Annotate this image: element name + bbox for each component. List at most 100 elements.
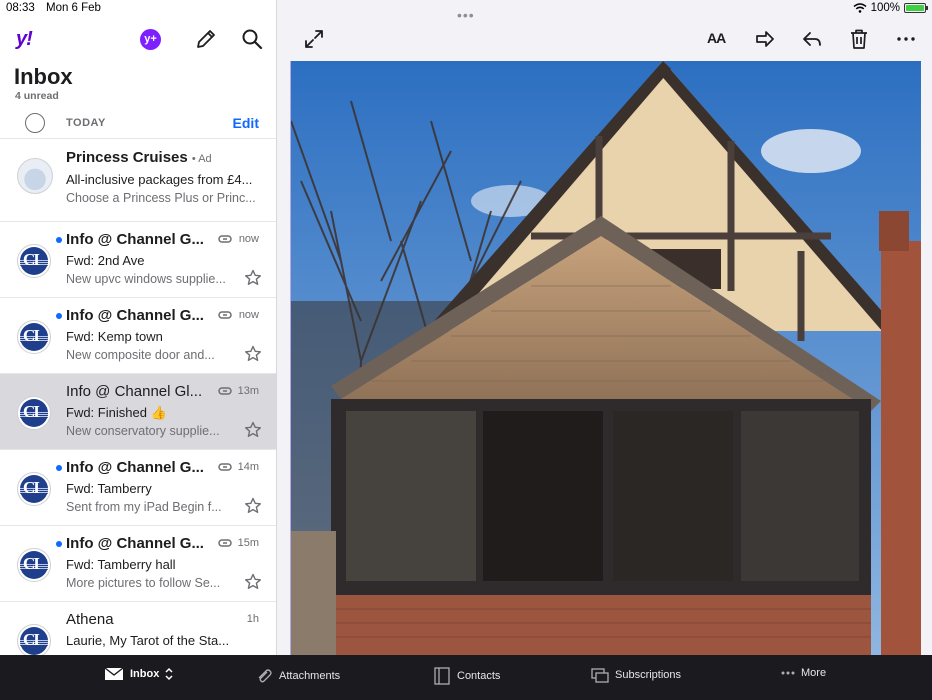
- advertiser-logo: [17, 158, 53, 194]
- star-icon[interactable]: [244, 345, 262, 363]
- forward-icon[interactable]: [753, 27, 777, 51]
- message-time: 13m: [237, 385, 259, 397]
- star-icon[interactable]: [244, 497, 262, 515]
- message-time: now: [238, 309, 259, 321]
- paperclip-icon: [258, 669, 272, 683]
- edit-button[interactable]: Edit: [233, 115, 259, 131]
- message-subject: Laurie, My Tarot of the Sta...: [66, 633, 230, 648]
- yahoo-logo[interactable]: y!: [16, 28, 33, 51]
- unread-count: 4 unread: [15, 90, 59, 102]
- list-item-selected[interactable]: CI Info @ Channel Gl... 13m Fwd: Finishe…: [0, 374, 276, 450]
- message-snippet: Choose a Princess Plus or Princ...: [66, 191, 256, 205]
- attachment-link-icon: [218, 539, 232, 547]
- tab-label: Contacts: [457, 670, 501, 682]
- tab-inbox[interactable]: Inbox: [104, 667, 173, 681]
- message-subject: Fwd: Tamberry hall: [66, 557, 176, 572]
- mail-app-window: 08:33 Mon 6 Feb y! y+ Inbox 4 unread TOD…: [0, 0, 932, 700]
- list-item[interactable]: CI Info @ Channel G... now Fwd: Kemp tow…: [0, 298, 276, 374]
- subscriptions-icon: [591, 668, 609, 683]
- wifi-icon: [853, 3, 867, 13]
- unread-indicator: [56, 465, 62, 471]
- message-time: 1h: [246, 613, 259, 625]
- list-item-ad[interactable]: Princess Cruises • Ad All-inclusive pack…: [0, 140, 276, 222]
- unread-indicator: [56, 237, 62, 243]
- message-sender: Princess Cruises • Ad: [66, 149, 212, 166]
- select-all-checkbox[interactable]: [25, 113, 45, 133]
- message-subject: All-inclusive packages from £4...: [66, 172, 253, 187]
- more-options-icon[interactable]: [894, 27, 918, 51]
- avatar: CI: [17, 548, 51, 582]
- tab-label: Inbox: [130, 668, 160, 680]
- message-sender: Info @ Channel G...: [66, 231, 204, 248]
- email-image-attachment[interactable]: [290, 61, 921, 655]
- attachment-link-icon: [218, 463, 232, 471]
- list-item[interactable]: CI Info @ Channel G... 14m Fwd: Tamberry…: [0, 450, 276, 526]
- ellipsis-icon: [781, 671, 795, 675]
- conservatory-photo: [291, 61, 921, 655]
- battery-level: [906, 5, 924, 11]
- message-subject: Fwd: Finished 👍: [66, 405, 167, 420]
- tab-label: More: [801, 667, 827, 679]
- status-time: 08:33: [6, 2, 35, 14]
- message-time: 15m: [237, 537, 259, 549]
- compose-icon[interactable]: [194, 27, 218, 51]
- unread-indicator: [56, 313, 62, 319]
- tab-label: Subscriptions: [615, 669, 682, 681]
- envelope-icon: [104, 667, 124, 680]
- message-snippet: Sent from my iPad Begin f...: [66, 500, 222, 514]
- list-item[interactable]: CI Info @ Channel G... now Fwd: 2nd Ave …: [0, 222, 276, 298]
- contacts-book-icon: [434, 667, 450, 685]
- attachment-link-icon: [218, 387, 232, 395]
- sort-toggle-icon: [165, 667, 173, 681]
- message-time: now: [238, 233, 259, 245]
- avatar: CI: [17, 244, 51, 278]
- tab-contacts[interactable]: Contacts: [433, 667, 500, 685]
- message-snippet: New conservatory supplie...: [66, 424, 220, 438]
- list-item[interactable]: CI Athena 1h Laurie, My Tarot of the Sta…: [0, 602, 276, 655]
- avatar: CI: [17, 396, 51, 430]
- reply-icon[interactable]: [800, 27, 824, 51]
- section-header-today: TODAY Edit: [0, 108, 276, 139]
- avatar: CI: [17, 320, 51, 354]
- message-snippet: New composite door and...: [66, 348, 215, 362]
- message-reader-pane: ••• 100% AA: [277, 0, 932, 655]
- battery-icon: [904, 3, 928, 13]
- unread-indicator: [56, 541, 62, 547]
- message-sender: Athena: [66, 611, 114, 628]
- message-subject: Fwd: Kemp town: [66, 329, 163, 344]
- attachment-link-icon: [218, 311, 232, 319]
- message-sender: Info @ Channel Gl...: [66, 383, 203, 400]
- yahoo-plus-button[interactable]: y+: [140, 29, 161, 50]
- star-icon[interactable]: [244, 421, 262, 439]
- message-list-pane: 08:33 Mon 6 Feb y! y+ Inbox 4 unread TOD…: [0, 0, 277, 655]
- battery-percentage: 100%: [870, 2, 900, 14]
- status-bar-right: 100%: [277, 0, 932, 18]
- text-size-button[interactable]: AA: [707, 30, 731, 54]
- tab-attachments[interactable]: Attachments: [255, 667, 340, 685]
- status-date: Mon 6 Feb: [45, 2, 101, 14]
- message-subject: Fwd: 2nd Ave: [66, 253, 145, 268]
- message-sender: Info @ Channel G...: [66, 535, 204, 552]
- expand-icon[interactable]: [302, 27, 326, 51]
- list-item[interactable]: CI Info @ Channel G... 15m Fwd: Tamberry…: [0, 526, 276, 602]
- trash-icon[interactable]: [847, 27, 871, 51]
- avatar: CI: [17, 472, 51, 506]
- message-snippet: New upvc windows supplie...: [66, 272, 226, 286]
- attachment-link-icon: [218, 235, 232, 243]
- message-sender: Info @ Channel G...: [66, 307, 204, 324]
- message-subject: Fwd: Tamberry: [66, 481, 152, 496]
- message-sender: Info @ Channel G...: [66, 459, 204, 476]
- avatar: CI: [17, 624, 51, 655]
- status-bar: 08:33 Mon 6 Feb: [0, 0, 276, 18]
- list-toolbar: y! y+: [0, 18, 276, 62]
- message-snippet: More pictures to follow Se...: [66, 576, 221, 590]
- bottom-tab-bar: Inbox Attachments Contacts Subscriptions…: [0, 655, 932, 700]
- message-time: 14m: [237, 461, 259, 473]
- tab-subscriptions[interactable]: Subscriptions: [591, 667, 681, 683]
- star-icon[interactable]: [244, 269, 262, 287]
- page-title: Inbox: [14, 64, 73, 89]
- search-icon[interactable]: [240, 27, 264, 51]
- ad-badge: • Ad: [191, 153, 212, 165]
- tab-more[interactable]: More: [781, 667, 826, 679]
- star-icon[interactable]: [244, 573, 262, 591]
